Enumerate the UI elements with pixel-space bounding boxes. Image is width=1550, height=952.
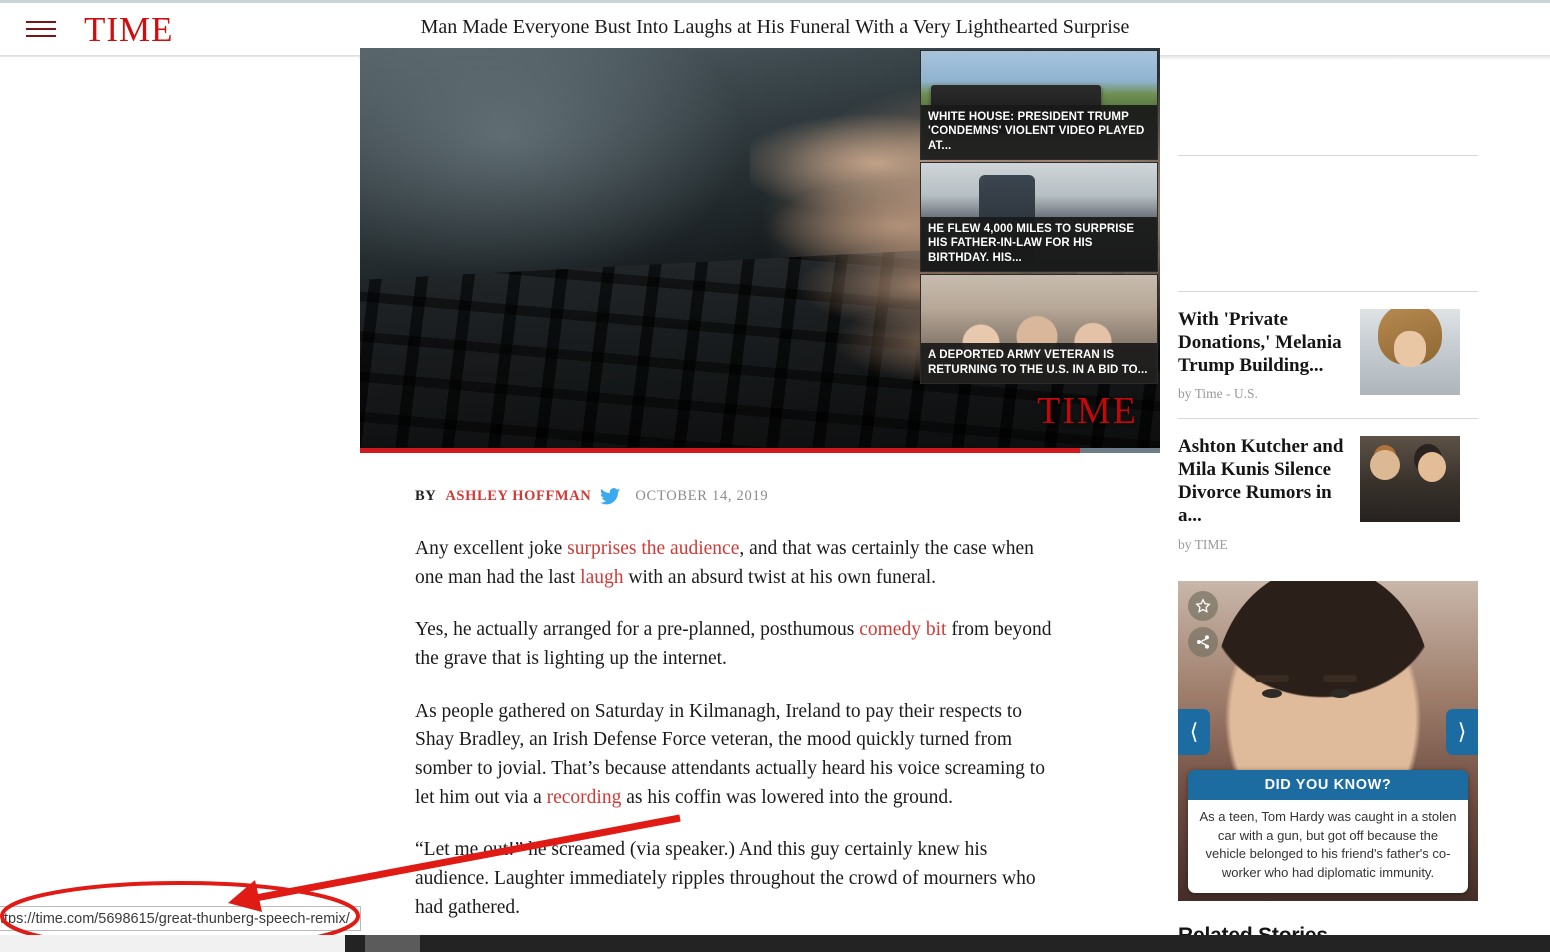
article-text: “Let me out!” he screamed (via speaker.)… <box>415 839 1036 918</box>
video-playlist: WHITE HOUSE: PRESIDENT TRUMP 'CONDEMNS' … <box>920 50 1160 386</box>
article-inline-link[interactable]: laugh <box>580 567 623 588</box>
trivia-carousel: ⟨ ⟩ DID YOU KNOW? As a teen, Tom Hardy w… <box>1178 580 1478 901</box>
left-rail <box>0 57 358 952</box>
horizontal-scrollbar-thumb[interactable] <box>365 935 420 952</box>
playlist-item[interactable]: WHITE HOUSE: PRESIDENT TRUMP 'CONDEMNS' … <box>920 50 1158 160</box>
article-text: Any excellent joke <box>415 538 568 559</box>
did-you-know-heading: DID YOU KNOW? <box>1188 770 1468 801</box>
did-you-know-card: DID YOU KNOW? As a teen, Tom Hardy was c… <box>1188 770 1468 893</box>
article-body: Any excellent joke surprises the audienc… <box>415 535 1065 922</box>
video-progress-bar[interactable] <box>360 448 1160 453</box>
byline: BY ASHLEY HOFFMAN OCTOBER 14, 2019 <box>415 488 1160 505</box>
carousel-photo-detail <box>1323 674 1357 682</box>
carousel-photo-detail <box>1255 674 1289 682</box>
status-bar-url: ttps://time.com/5698615/great-thunberg-s… <box>0 906 361 931</box>
right-sidebar: With 'Private Donations,' Melania Trump … <box>1178 57 1480 952</box>
related-story-title: Ashton Kutcher and Mila Kunis Silence Di… <box>1178 436 1344 526</box>
playlist-caption: WHITE HOUSE: PRESIDENT TRUMP 'CONDEMNS' … <box>921 104 1157 159</box>
related-story-source: by TIME <box>1178 536 1228 552</box>
related-story-thumbnail <box>1360 436 1460 523</box>
article-inline-link[interactable]: comedy bit <box>859 619 946 640</box>
related-story-thumbnail <box>1360 309 1460 395</box>
chevron-right-icon[interactable]: ⟩ <box>1446 708 1478 755</box>
star-icon[interactable] <box>1188 590 1218 621</box>
carousel-photo-detail <box>1262 688 1282 698</box>
video-player[interactable]: TIME WHITE HOUSE: PRESIDENT TRUMP 'CONDE… <box>360 48 1160 453</box>
related-story-title: With 'Private Donations,' Melania Trump … <box>1178 309 1342 376</box>
video-progress-fill <box>360 448 1080 453</box>
share-icon[interactable] <box>1188 626 1218 657</box>
carousel-photo-detail <box>1330 688 1350 698</box>
playlist-caption: A DEPORTED ARMY VETERAN IS RETURNING TO … <box>921 343 1157 383</box>
ad-slot-second <box>1178 156 1480 291</box>
article-inline-link[interactable]: recording <box>547 787 622 808</box>
video-time-watermark: TIME <box>1037 390 1138 432</box>
hamburger-menu-icon[interactable] <box>26 16 60 42</box>
byline-author[interactable]: ASHLEY HOFFMAN <box>445 488 591 505</box>
status-bar-background <box>0 935 345 952</box>
did-you-know-text: As a teen, Tom Hardy was caught in a sto… <box>1188 800 1468 893</box>
playlist-caption: HE FLEW 4,000 MILES TO SURPRISE HIS FATH… <box>921 216 1157 271</box>
twitter-bird-icon[interactable] <box>600 488 621 505</box>
chevron-left-icon[interactable]: ⟨ <box>1178 708 1210 755</box>
article-paragraph: As people gathered on Saturday in Kilman… <box>415 698 1065 813</box>
byline-date: OCTOBER 14, 2019 <box>635 488 769 504</box>
playlist-item[interactable]: A DEPORTED ARMY VETERAN IS RETURNING TO … <box>920 274 1158 384</box>
page-title: Man Made Everyone Bust Into Laughs at Hi… <box>420 16 1130 38</box>
time-logo[interactable]: TIME <box>84 12 174 47</box>
article-paragraph: Any excellent joke surprises the audienc… <box>415 535 1065 592</box>
related-story-card[interactable]: With 'Private Donations,' Melania Trump … <box>1178 292 1480 418</box>
article-paragraph: Yes, he actually arranged for a pre-plan… <box>415 616 1065 673</box>
ad-slot-top <box>1178 57 1480 155</box>
playlist-item[interactable]: HE FLEW 4,000 MILES TO SURPRISE HIS FATH… <box>920 162 1158 272</box>
article-text: with an absurd twist at his own funeral. <box>623 566 936 588</box>
article-text: Yes, he actually arranged for a pre-plan… <box>415 619 860 641</box>
related-story-source: by Time - U.S. <box>1178 386 1258 402</box>
byline-label: BY <box>415 488 437 504</box>
article-paragraph: “Let me out!” he screamed (via speaker.)… <box>415 836 1065 922</box>
article-inline-link[interactable]: surprises the audience <box>567 538 739 559</box>
article-text: as his coffin was lowered into the groun… <box>621 786 953 808</box>
browser-page: TIME Man Made Everyone Bust Into Laughs … <box>0 0 1550 952</box>
article-column: TIME WHITE HOUSE: PRESIDENT TRUMP 'CONDE… <box>360 48 1160 946</box>
related-story-card[interactable]: Ashton Kutcher and Mila Kunis Silence Di… <box>1178 419 1480 568</box>
horizontal-scrollbar-track[interactable] <box>345 935 1550 952</box>
